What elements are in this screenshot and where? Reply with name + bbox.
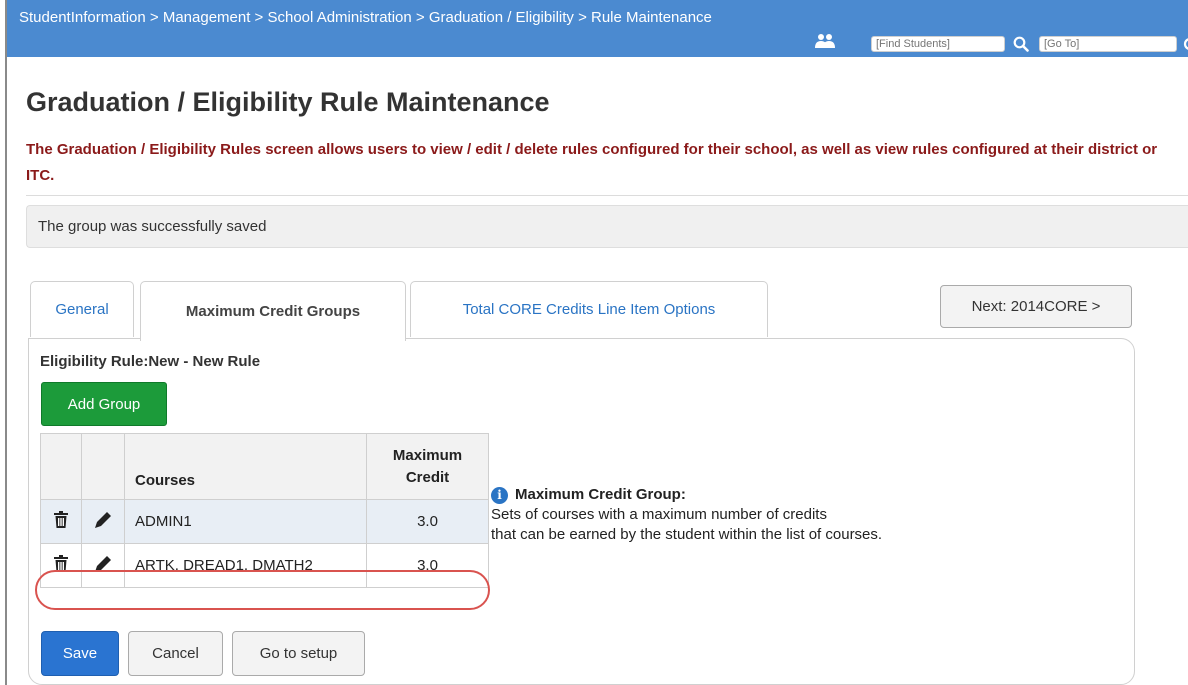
go-to-input[interactable] (1039, 36, 1177, 52)
window-left-edge (0, 0, 7, 685)
delete-column-header (40, 433, 82, 500)
tab-total-core-credits[interactable]: Total CORE Credits Line Item Options (410, 281, 768, 337)
delete-cell (40, 499, 82, 544)
tab-panel: Eligibility Rule:New - New Rule Add Grou… (28, 338, 1135, 685)
people-icon[interactable] (815, 33, 835, 49)
rule-name: New - New Rule (148, 353, 261, 370)
max-credit-cell: 3.0 (366, 543, 489, 588)
table-row: ADMIN1 3.0 (40, 499, 489, 544)
cancel-button[interactable]: Cancel (128, 631, 223, 676)
info-icon: i (491, 486, 508, 504)
next-button[interactable]: Next: 2014CORE > (940, 285, 1132, 328)
eligibility-rule-label: Eligibility Rule:New - New Rule (40, 353, 260, 370)
page-description: The Graduation / Eligibility Rules scree… (26, 141, 1158, 184)
max-credit-header[interactable]: Maximum Credit (366, 433, 489, 500)
delete-cell (40, 543, 82, 588)
rule-prefix: Eligibility Rule: (40, 353, 149, 370)
top-nav-bar: StudentInformation > Management > School… (7, 0, 1188, 57)
breadcrumb[interactable]: StudentInformation > Management > School… (19, 9, 712, 26)
tab-general[interactable]: General (30, 281, 134, 337)
info-line-2: that can be earned by the student within… (491, 526, 883, 543)
edit-cell (81, 543, 125, 588)
pencil-icon[interactable] (94, 555, 112, 572)
courses-cell: ARTK, DREAD1, DMATH2 (124, 543, 367, 588)
info-title: i Maximum Credit Group: (491, 485, 1091, 505)
courses-header[interactable]: Courses (124, 433, 367, 500)
tab-maximum-credit-groups[interactable]: Maximum Credit Groups (140, 281, 406, 341)
go-to-icon[interactable] (1183, 37, 1188, 51)
max-credit-header-line1: Maximum (392, 447, 463, 464)
save-button[interactable]: Save (41, 631, 119, 676)
page-title: Graduation / Eligibility Rule Maintenanc… (26, 87, 550, 117)
courses-cell: ADMIN1 (124, 499, 367, 544)
info-line-1: Sets of courses with a maximum number of… (491, 506, 827, 523)
edit-column-header (81, 433, 125, 500)
max-credit-cell: 3.0 (366, 499, 489, 544)
add-group-button[interactable]: Add Group (41, 382, 167, 426)
edit-cell (81, 499, 125, 544)
max-credit-header-line2: Credit (405, 469, 450, 486)
find-students-input[interactable] (871, 36, 1005, 52)
status-message: The group was successfully saved (26, 205, 1188, 248)
info-block: i Maximum Credit Group: Sets of courses … (491, 485, 1091, 545)
info-title-text: Maximum Credit Group: (515, 486, 686, 503)
search-icon[interactable] (1013, 36, 1029, 52)
divider (26, 195, 1188, 196)
trash-icon[interactable] (54, 555, 68, 572)
pencil-icon[interactable] (94, 511, 112, 528)
table-row: ARTK, DREAD1, DMATH2 3.0 (40, 543, 489, 588)
trash-icon[interactable] (54, 511, 68, 528)
go-to-setup-button[interactable]: Go to setup (232, 631, 365, 676)
credit-groups-table: Courses Maximum Credit ADMIN1 3.0 ARTK, … (40, 433, 489, 588)
